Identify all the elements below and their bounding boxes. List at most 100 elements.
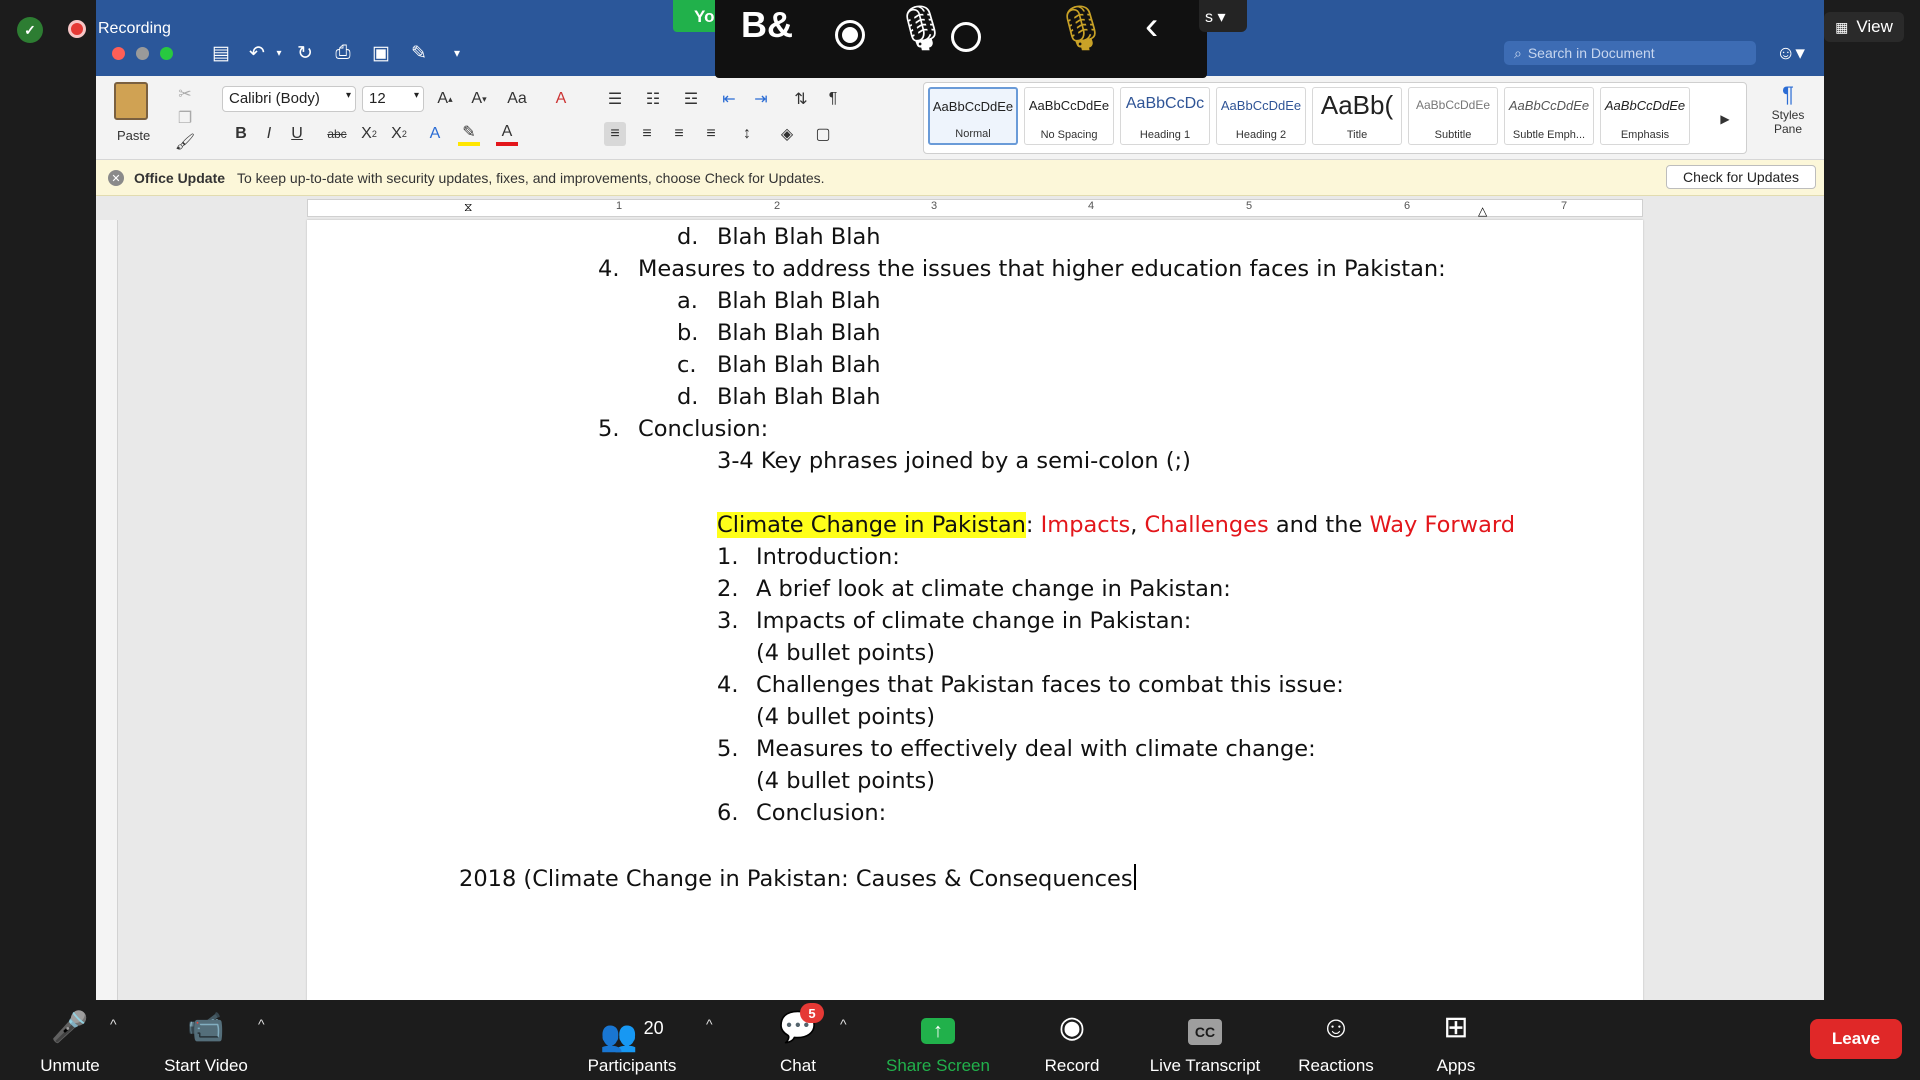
increase-indent-icon[interactable]: ⇥ [750, 87, 772, 111]
grow-font-icon[interactable]: A ▴ [434, 87, 456, 111]
strikethrough-button[interactable]: abc [326, 122, 348, 146]
highlight-color-icon[interactable]: ✎ [458, 122, 480, 146]
format-painter-icon[interactable]: 🖌 [174, 130, 196, 154]
view-options-label: s [1205, 9, 1213, 26]
paste-button-label[interactable]: Paste [117, 128, 150, 143]
right-indent-marker-icon[interactable]: △ [1478, 204, 1487, 218]
undo-dropdown-icon[interactable]: ▾ [266, 40, 292, 66]
reactions-button[interactable]: ☺ Reactions [1290, 1008, 1382, 1076]
record-button-icon[interactable] [835, 20, 865, 50]
multilevel-list-icon[interactable]: ☲ [680, 87, 702, 111]
font-name-value: Calibri (Body) [229, 90, 320, 107]
security-shield-icon[interactable]: ✓ [17, 17, 43, 43]
list-marker: b. [677, 320, 699, 346]
outline-item: Impacts of climate change in Pakistan: [756, 608, 1192, 634]
style-title[interactable]: AaBb( Title [1312, 87, 1402, 145]
microphone-icon[interactable]: 🎙 [893, 2, 949, 54]
zoom-share-tab[interactable]: Yo [673, 0, 721, 32]
feedback-smiley-icon[interactable]: ☺▾ [1776, 42, 1805, 65]
styles-pane-label: Styles Pane [1771, 108, 1805, 136]
microphone-active-icon[interactable]: 🎙 [1053, 2, 1109, 54]
view-button[interactable]: ▦ View [1824, 12, 1904, 42]
customize-toolbar-icon[interactable]: ▾ [444, 40, 470, 66]
numbering-icon[interactable]: ☷ [642, 87, 664, 111]
document-page[interactable]: d. Blah Blah Blah 4. Measures to address… [307, 220, 1643, 1000]
justify-button[interactable]: ≡ [700, 122, 722, 146]
zoom-view-options-tab[interactable]: s ▾ [1199, 0, 1247, 32]
start-video-button[interactable]: 📹 Start Video [156, 1008, 256, 1076]
search-document-input[interactable]: ⌕ Search in Document [1504, 41, 1756, 65]
circle-outline-icon[interactable] [951, 22, 981, 52]
participants-button[interactable]: 👥 20 Participants [582, 1008, 682, 1076]
styles-pane-button[interactable]: ¶ Styles Pane [1760, 82, 1816, 154]
dismiss-update-icon[interactable]: ✕ [108, 170, 124, 186]
shading-icon[interactable]: ◈ [776, 122, 798, 146]
collapse-chevron-icon[interactable]: ‹ [1145, 4, 1158, 49]
font-color-icon[interactable]: A [496, 122, 518, 146]
copy-icon[interactable]: ❐ [174, 106, 196, 130]
minimize-window-button[interactable] [136, 47, 149, 60]
vertical-ruler[interactable] [96, 220, 118, 1000]
underline-button[interactable]: U [286, 122, 308, 146]
participants-options-chevron-icon[interactable]: ^ [706, 1016, 713, 1032]
change-case-icon[interactable]: Aa [506, 87, 528, 111]
style-heading-1[interactable]: AaBbCcDc Heading 1 [1120, 87, 1210, 145]
paste-icon[interactable] [114, 82, 148, 120]
style-no-spacing[interactable]: AaBbCcDdEe No Spacing [1024, 87, 1114, 145]
text-effects-icon[interactable]: A [424, 122, 446, 146]
live-transcript-button[interactable]: CC Live Transcript [1140, 1008, 1270, 1076]
title-impacts: Impacts [1040, 512, 1131, 538]
font-size-select[interactable]: 12 ▾ [362, 86, 424, 112]
sidebar-icon[interactable]: ▤ [208, 40, 234, 66]
office-update-bar: ✕ Office Update To keep up-to-date with … [96, 160, 1824, 196]
subscript-button[interactable]: X2 [358, 122, 380, 146]
italic-button[interactable]: I [258, 122, 280, 146]
apps-button[interactable]: ⊞ Apps [1420, 1008, 1492, 1076]
logo-mark-icon: B& [741, 4, 793, 45]
chat-options-chevron-icon[interactable]: ^ [840, 1016, 847, 1032]
style-normal[interactable]: AaBbCcDdEe Normal [928, 87, 1018, 145]
decrease-indent-icon[interactable]: ⇤ [718, 87, 740, 111]
styles-more-icon[interactable]: ▶ [1714, 107, 1736, 131]
list-marker: 4. [598, 256, 620, 282]
chat-unread-badge: 5 [800, 1003, 824, 1023]
align-left-button[interactable]: ≡ [604, 122, 626, 146]
unmute-button[interactable]: 🎤 Unmute [30, 1008, 110, 1076]
clear-formatting-icon[interactable]: A [550, 87, 572, 111]
leave-meeting-button[interactable]: Leave [1810, 1019, 1902, 1059]
sort-icon[interactable]: ⇅ [790, 87, 812, 111]
show-formatting-icon[interactable]: ¶ [822, 87, 844, 111]
maximize-window-button[interactable] [160, 47, 173, 60]
style-emphasis[interactable]: AaBbCcDdEe Emphasis [1600, 87, 1690, 145]
save-icon[interactable]: ▣ [368, 40, 394, 66]
borders-icon[interactable]: ▢ [812, 122, 834, 146]
ribbon-home: Paste ✂ ❐ 🖌 Calibri (Body) ▾ 12 ▾ A ▴ A ▾ … [96, 76, 1824, 160]
style-subtitle[interactable]: AaBbCcDdEe Subtitle [1408, 87, 1498, 145]
superscript-button[interactable]: X2 [388, 122, 410, 146]
close-window-button[interactable] [112, 47, 125, 60]
bullets-icon[interactable]: ☰ [604, 87, 626, 111]
check-for-updates-button[interactable]: Check for Updates [1666, 165, 1816, 189]
outline-marker: 2. [717, 576, 739, 602]
shrink-font-icon[interactable]: A ▾ [468, 87, 490, 111]
audio-options-chevron-icon[interactable]: ^ [110, 1016, 117, 1032]
record-button[interactable]: ◉ Record [1032, 1008, 1112, 1076]
list-item: Measures to address the issues that high… [638, 256, 1446, 282]
left-indent-marker-icon[interactable]: ⧖ [464, 200, 472, 215]
microphone-muted-icon: 🎤 [51, 1011, 89, 1044]
style-heading-2[interactable]: AaBbCcDdEe Heading 2 [1216, 87, 1306, 145]
share-screen-button[interactable]: ↑ Share Screen [880, 1008, 996, 1076]
align-center-button[interactable]: ≡ [636, 122, 658, 146]
style-subtle-emphasis[interactable]: AaBbCcDdEe Subtle Emph... [1504, 87, 1594, 145]
cut-icon[interactable]: ✂ [174, 82, 196, 106]
outline-item: Challenges that Pakistan faces to combat… [756, 672, 1344, 698]
horizontal-ruler[interactable]: 1 2 3 4 5 6 7 ⧖ △ [96, 196, 1824, 220]
bold-button[interactable]: B [230, 122, 252, 146]
font-name-select[interactable]: Calibri (Body) ▾ [222, 86, 356, 112]
print-icon[interactable]: ⎙ [330, 40, 356, 66]
align-right-button[interactable]: ≡ [668, 122, 690, 146]
edit-icon[interactable]: ✎ [406, 40, 432, 66]
line-spacing-icon[interactable]: ↕ [736, 122, 758, 146]
video-options-chevron-icon[interactable]: ^ [258, 1016, 265, 1032]
redo-icon[interactable]: ↻ [292, 40, 318, 66]
